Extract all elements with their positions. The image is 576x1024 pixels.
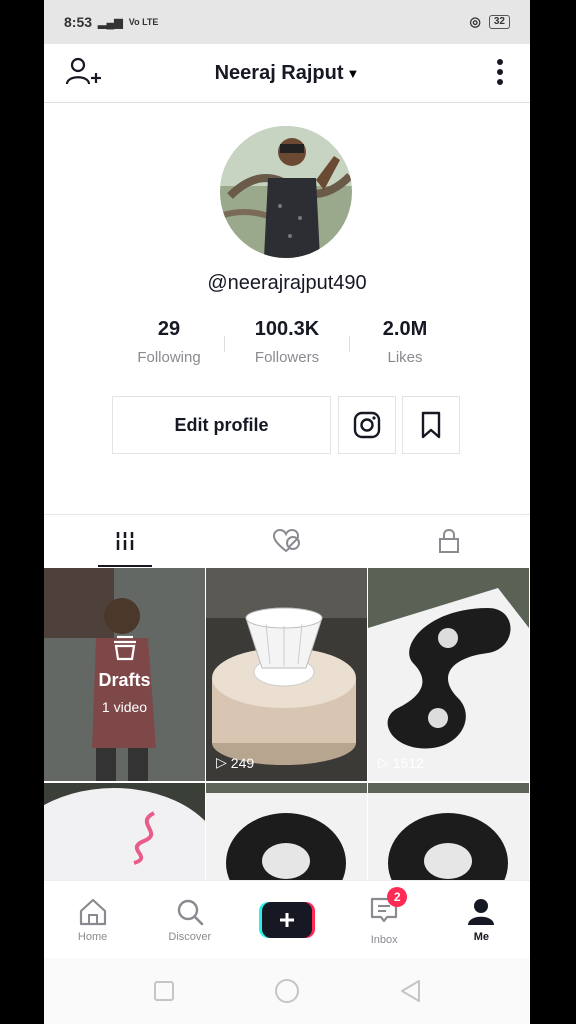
person-icon [468, 899, 495, 925]
plus-icon [280, 913, 294, 927]
status-bar: 8:53 ▂▄▆ Vo LTE ◎ 32 [44, 0, 530, 44]
avatar[interactable] [220, 126, 352, 258]
bookmark-icon [421, 411, 441, 439]
video-tile[interactable]: ▷ 1512 [368, 568, 529, 781]
stat-likes[interactable]: 2.0M Likes [350, 318, 460, 366]
account-switcher[interactable]: Neeraj Rajput ▼ [215, 62, 360, 85]
search-icon [177, 899, 204, 926]
play-icon: ▷ [378, 754, 389, 770]
status-time: 8:53 [64, 14, 93, 30]
tab-videos[interactable] [44, 515, 206, 567]
profile-stats: 29 Following 100.3K Followers 2.0M Likes [114, 318, 460, 366]
stat-followers[interactable]: 100.3K Followers [224, 318, 350, 366]
video-thumbnail [206, 568, 367, 781]
nav-home[interactable]: Home [44, 897, 141, 943]
stat-label: Likes [387, 349, 423, 366]
grid-icon [115, 532, 135, 550]
signal-icon: ▂▄▆ [98, 16, 123, 29]
tab-private[interactable] [368, 515, 530, 567]
nav-label: Me [473, 931, 490, 943]
stat-following[interactable]: 29 Following [114, 318, 224, 366]
stat-divider [224, 336, 225, 352]
drafts-count: 1 video [101, 699, 148, 715]
home-icon [79, 898, 106, 926]
profile-photo [220, 126, 352, 258]
tab-liked[interactable] [206, 515, 368, 567]
bottom-nav: Home Discover 2 Inbox Me [44, 880, 530, 959]
stat-label: Followers [254, 349, 320, 366]
drafts-tile[interactable]: Drafts 1 video [44, 568, 205, 781]
stat-value: 29 [157, 318, 181, 340]
instagram-button[interactable] [338, 396, 396, 454]
heart-hidden-icon [272, 528, 300, 553]
home-circle-icon[interactable] [274, 978, 300, 1004]
add-user-icon [65, 57, 101, 85]
stat-label: Following [137, 349, 201, 366]
stat-value: 100.3K [254, 318, 320, 340]
notification-badge: 2 [387, 886, 408, 907]
profile-tabs [44, 514, 530, 567]
drafts-overlay: Drafts 1 video [44, 568, 205, 781]
view-count-value: 1512 [392, 754, 424, 771]
system-nav-bar [44, 958, 530, 1024]
more-vertical-icon [497, 59, 503, 85]
drafts-title: Drafts [98, 670, 151, 690]
nav-inbox[interactable]: 2 Inbox [336, 886, 433, 946]
back-icon[interactable] [399, 979, 421, 1003]
nav-label: Home [77, 931, 108, 943]
network-label: Vo LTE [128, 17, 159, 27]
stat-value: 2.0M [382, 318, 428, 340]
view-count: ▷ 1512 [378, 754, 424, 771]
favorites-button[interactable] [402, 396, 460, 454]
phone-screen: 8:53 ▂▄▆ Vo LTE ◎ 32 Neeraj Rajput ▼ @ne… [44, 0, 530, 1024]
video-tile[interactable]: ▷ 249 [206, 568, 367, 781]
instagram-icon [353, 411, 381, 439]
view-count-value: 249 [230, 754, 255, 771]
profile-header: Neeraj Rajput ▼ [44, 44, 530, 103]
drafts-icon [113, 635, 136, 661]
nav-discover[interactable]: Discover [141, 897, 238, 943]
battery-indicator: 32 [488, 15, 510, 29]
page-title: Neeraj Rajput [214, 61, 344, 84]
video-thumbnail [368, 568, 529, 781]
more-options-button[interactable] [490, 56, 510, 92]
profile-handle: @neerajrajput490 [207, 272, 367, 294]
nav-me[interactable]: Me [433, 897, 530, 943]
play-icon: ▷ [216, 754, 227, 770]
edit-profile-button[interactable]: Edit profile [112, 396, 331, 454]
video-grid: Drafts 1 video ▷ 249 ▷ 1512 [44, 568, 530, 996]
add-friend-button[interactable] [64, 54, 104, 94]
create-button[interactable] [259, 902, 315, 938]
alarm-icon: ◎ [469, 14, 481, 29]
chevron-down-icon: ▼ [346, 65, 360, 81]
nav-create[interactable] [238, 902, 335, 938]
active-tab-indicator [98, 565, 152, 567]
lock-icon [439, 528, 459, 553]
nav-label: Discover [168, 931, 212, 943]
view-count: ▷ 249 [216, 754, 254, 771]
recent-apps-icon[interactable] [153, 980, 175, 1002]
nav-label: Inbox [370, 933, 398, 946]
